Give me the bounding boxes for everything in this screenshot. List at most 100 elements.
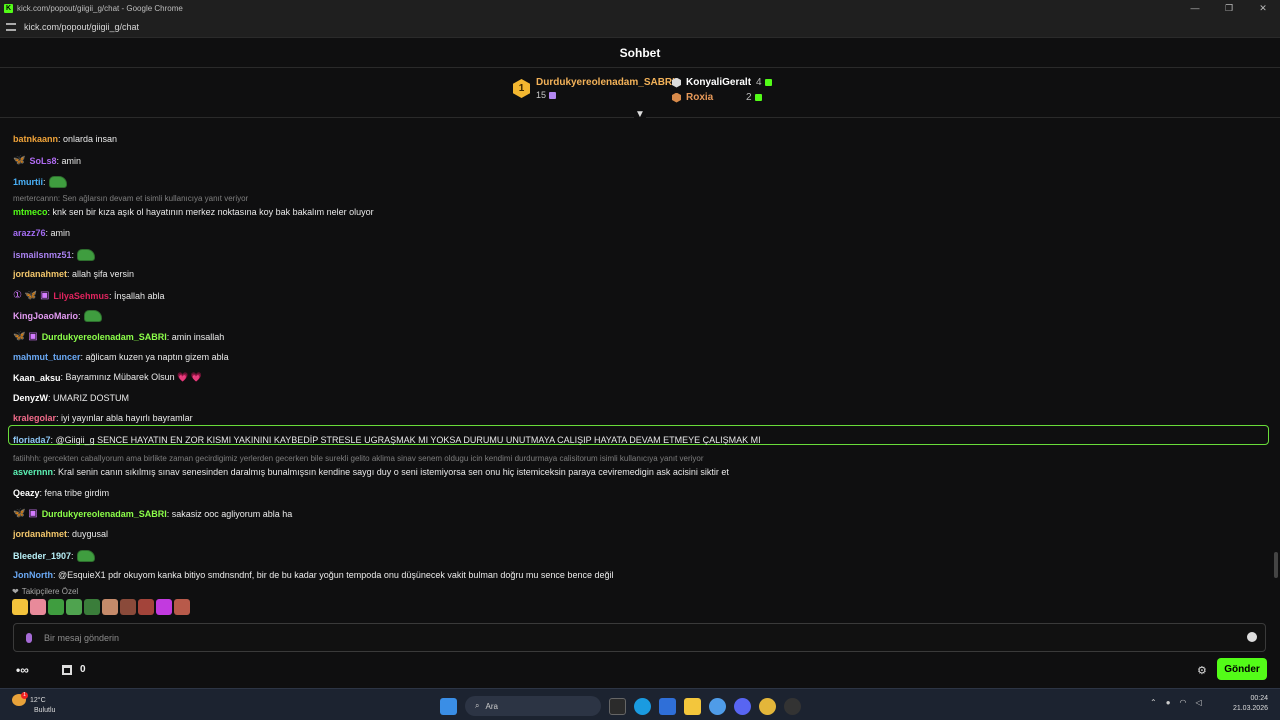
follower-only-label: Takipçilere Özel: [21, 587, 79, 596]
chat-message-list[interactable]: batnkaann: onlarda insan 🦋 SoLs8: amin 1mur…: [0, 119, 1280, 589]
leaderboard-third-count: 2: [746, 92, 752, 103]
chat-message-text: : knk sen bir kıza aşık ol hayatının mer…: [47, 207, 374, 217]
windows-start-icon[interactable]: [440, 697, 457, 715]
chat-message-text: : @Giigii_g SENCE HAYATIN EN ZOR KISMI Y…: [50, 435, 761, 445]
chat-message-text: :: [71, 250, 75, 260]
emoji-picker-icon[interactable]: [1247, 632, 1257, 642]
close-button[interactable]: ✕: [1246, 0, 1280, 16]
chat-message: DenyzW: UMARIZ DOSTUM: [13, 393, 129, 403]
leaderboard-third-name[interactable]: Roxia: [686, 92, 746, 103]
chat-username[interactable]: SoLs8: [29, 156, 56, 166]
chat-username[interactable]: asvernnn: [13, 467, 53, 477]
chat-username[interactable]: 1murtii: [13, 177, 43, 187]
settings-gear-icon[interactable]: ⚙: [1197, 664, 1207, 677]
chat-message: Qeazy: fena tribe girdim: [13, 488, 109, 498]
chat-username[interactable]: DenyzW: [13, 393, 48, 403]
user-badges-icon: 🦋: [13, 155, 26, 166]
chat-username[interactable]: Durdukyereolenadam_SABRI: [42, 509, 167, 519]
leaderboard-second[interactable]: KonyaliGeralt 4: [672, 75, 772, 90]
chat-username[interactable]: arazz76: [13, 228, 46, 238]
tray-chevron-icon[interactable]: ⌃: [1150, 698, 1157, 707]
chrome-icon[interactable]: [759, 697, 776, 715]
chat-username[interactable]: LilyaSehmus: [53, 291, 109, 301]
reply-context[interactable]: fatiihhh: gercekten caballyorum ama birl…: [13, 454, 704, 463]
chat-message-text: :: [71, 551, 74, 561]
store-counter[interactable]: 0: [62, 664, 86, 675]
settings-app-icon[interactable]: [709, 697, 726, 715]
leaderboard-first-name[interactable]: Durdukyereolenadam_SABRI: [536, 77, 675, 88]
address-bar[interactable]: kick.com/popout/giigii_g/chat: [0, 16, 1280, 38]
chat-username[interactable]: jordanahmet: [13, 269, 67, 279]
chat-message: floriada7: @Giigii_g SENCE HAYATIN EN ZO…: [13, 435, 761, 445]
leaderboard-first-count: 15: [536, 90, 675, 100]
chat-username[interactable]: batnkaann: [13, 134, 58, 144]
send-button[interactable]: Gönder: [1217, 658, 1267, 680]
emote-icon[interactable]: [66, 599, 82, 615]
emote-strip: ❤ Takipçilere Özel: [12, 587, 190, 615]
chat-message-text: : allah şifa versin: [67, 269, 135, 279]
url-text[interactable]: kick.com/popout/giigii_g/chat: [24, 22, 139, 32]
gift-icon: [764, 79, 772, 86]
clock-date: 21.03.2026: [1232, 705, 1268, 712]
emote-icon[interactable]: [30, 599, 46, 615]
chat-message: KingJoaoMario:: [13, 310, 102, 322]
chat-message-text: : @EsquieX1 pdr okuyom kanka bitiyo smdn…: [53, 570, 614, 580]
kick-favicon-icon: K: [4, 3, 13, 13]
chat-username[interactable]: JonNorth: [13, 570, 53, 580]
chat-username[interactable]: Kaan_aksu: [13, 373, 61, 383]
emote-icon[interactable]: [102, 599, 118, 615]
notification-dot: 1: [21, 692, 28, 699]
chat-input-box[interactable]: [13, 623, 1266, 652]
rank-one-badge-icon: 1: [513, 79, 530, 98]
wifi-icon[interactable]: ◠: [1180, 698, 1187, 707]
minimize-button[interactable]: —: [1178, 0, 1212, 16]
file-explorer-icon[interactable]: [684, 697, 701, 715]
taskbar-search[interactable]: ⌕ Ara: [465, 696, 601, 716]
store-app-icon[interactable]: [659, 697, 676, 715]
site-settings-icon[interactable]: [6, 22, 16, 31]
chat-message-text: : sakasiz ooc agliyorum abla ha: [166, 508, 293, 519]
edge-icon[interactable]: [634, 697, 651, 715]
volume-icon[interactable]: ◁: [1196, 698, 1202, 707]
emote-icon[interactable]: [48, 599, 64, 615]
microphone-icon[interactable]: [26, 632, 32, 643]
store-count: 0: [80, 664, 86, 675]
emote-icon[interactable]: [174, 599, 190, 615]
leaderboard-first[interactable]: 1 Durdukyereolenadam_SABRI 15: [513, 77, 675, 100]
leaderboard-third[interactable]: Roxia 2: [672, 90, 772, 105]
chat-username[interactable]: jordanahmet: [13, 529, 67, 539]
reply-context[interactable]: mertercannn: Sen ağlarsın devam et isiml…: [13, 194, 248, 203]
mic-tray-icon[interactable]: ●: [1166, 698, 1171, 707]
obs-icon[interactable]: [784, 697, 801, 715]
discord-icon[interactable]: [734, 697, 751, 715]
chat-message-text: : amin: [56, 155, 81, 166]
chat-username[interactable]: kralegolar: [13, 413, 56, 423]
emote-icon[interactable]: [120, 599, 136, 615]
chat-scrollbar[interactable]: [1274, 552, 1278, 578]
restore-button[interactable]: ❐: [1212, 0, 1246, 16]
emote-icon[interactable]: [156, 599, 172, 615]
weather-widget[interactable]: 1 12°C Bulutlu: [12, 692, 55, 716]
chat-username[interactable]: mahmut_tuncer: [13, 352, 81, 362]
chat-username[interactable]: floriada7: [13, 435, 51, 445]
leaderboard-second-name[interactable]: KonyaliGeralt: [686, 77, 751, 88]
pepe-emote-icon: [48, 176, 67, 188]
channel-points-icon[interactable]: •∞: [16, 663, 29, 677]
pepe-emote-icon: [83, 310, 102, 322]
chat-username[interactable]: mtmeco: [13, 207, 48, 217]
chat-message-text: : iyi yayınlar abla hayırlı bayramlar: [56, 413, 193, 423]
chat-message: kralegolar: iyi yayınlar abla hayırlı ba…: [13, 413, 193, 423]
taskbar-clock[interactable]: 00:24 21.03.2026: [1228, 694, 1268, 714]
chat-username[interactable]: ismailsnmz51: [13, 250, 72, 260]
chat-username[interactable]: Qeazy: [13, 488, 40, 498]
task-view-icon[interactable]: [609, 697, 626, 715]
emote-icon[interactable]: [12, 599, 28, 615]
chat-message-input[interactable]: [44, 632, 1194, 643]
emote-icon[interactable]: [138, 599, 154, 615]
chat-username[interactable]: KingJoaoMario: [13, 311, 78, 321]
chat-username[interactable]: Durdukyereolenadam_SABRI: [42, 332, 167, 342]
chat-username[interactable]: Bleeder_1907: [13, 551, 71, 561]
chat-message: 🦋 SoLs8: amin: [13, 155, 81, 166]
leaderboard-runners-up: KonyaliGeralt 4 Roxia 2: [672, 75, 772, 105]
emote-icon[interactable]: [84, 599, 100, 615]
